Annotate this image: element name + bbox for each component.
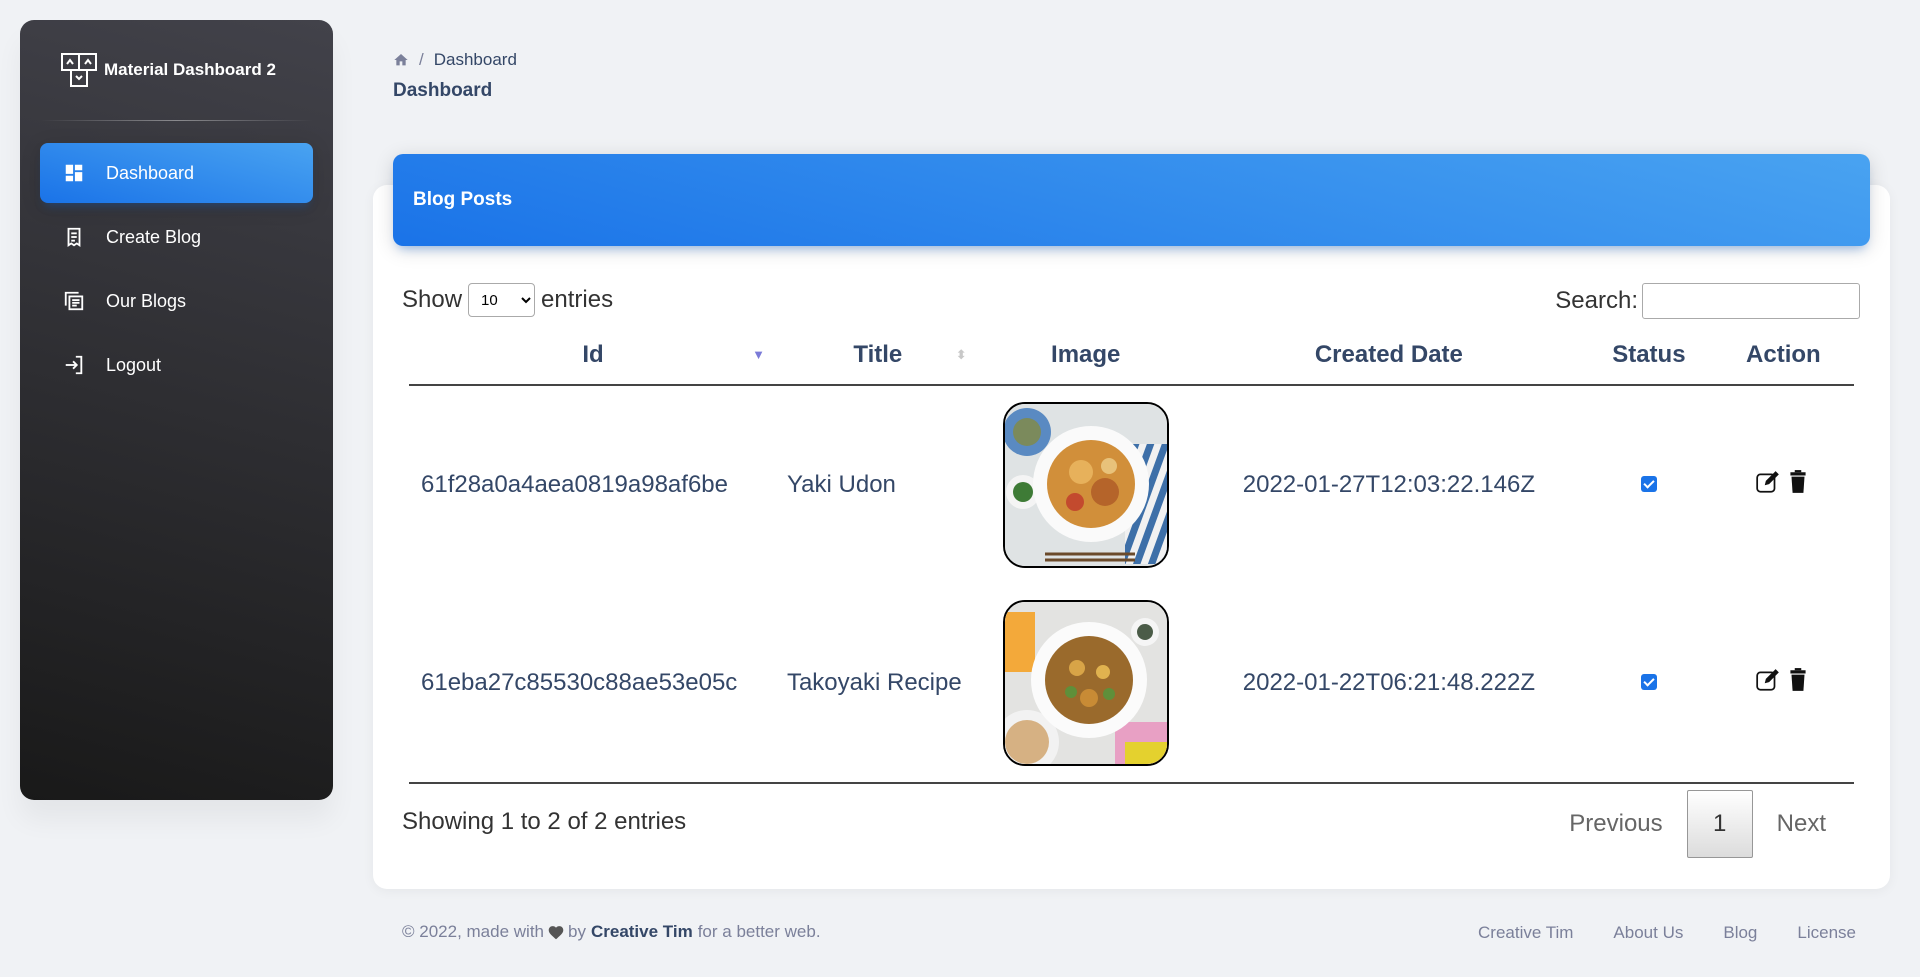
footer-links: Creative Tim About Us Blog License <box>1438 923 1856 943</box>
column-header-created-date: Created Date <box>1192 325 1585 386</box>
heart-icon <box>547 924 565 940</box>
blog-posts-table: Id ▼ Title ⬍ Image Created Date Status A… <box>409 325 1854 784</box>
cell-created-date: 2022-01-27T12:03:22.146Z <box>1242 471 1535 498</box>
sidebar-item-label: Dashboard <box>106 162 195 183</box>
footer-author-link[interactable]: Creative Tim <box>591 922 693 942</box>
table-search: Search: <box>1555 283 1860 319</box>
column-header-image: Image <box>978 325 1193 386</box>
search-label: Search: <box>1555 287 1638 314</box>
brand[interactable]: Material Dashboard 2 <box>20 20 333 120</box>
page-title: Dashboard <box>393 80 493 101</box>
footer-link-blog[interactable]: Blog <box>1723 923 1757 943</box>
cell-image <box>979 385 1193 584</box>
previous-button[interactable]: Previous <box>1545 790 1686 858</box>
sidebar-item-label: Our Blogs <box>106 290 187 311</box>
column-header-action: Action <box>1712 325 1854 386</box>
column-header-id[interactable]: Id ▼ <box>409 325 777 386</box>
login-icon <box>62 353 86 377</box>
sidebar-item-label: Logout <box>106 354 162 375</box>
cell-title: Yaki Udon <box>786 471 896 498</box>
cell-id: 61f28a0a4aea0819a98af6be <box>421 471 728 498</box>
sort-ascending-icon: ▼ <box>752 347 765 362</box>
sidebar-item-logout[interactable]: Logout <box>40 335 313 395</box>
trash-icon[interactable] <box>1785 469 1811 495</box>
breadcrumb-separator: / <box>419 50 424 69</box>
post-thumbnail-image <box>1002 402 1169 568</box>
column-header-status: Status <box>1585 325 1713 386</box>
card-title: Blog Posts <box>413 189 513 210</box>
entries-length-control: Show 10 entries <box>402 283 613 317</box>
pagination: Previous 1 Next <box>1545 790 1850 858</box>
cell-status <box>1585 584 1713 784</box>
sort-both-icon: ⬍ <box>955 347 967 362</box>
cell-action <box>1713 385 1854 584</box>
cell-status <box>1585 385 1713 584</box>
dashboard-icon <box>62 161 86 185</box>
brand-name: Material Dashboard 2 <box>104 60 276 79</box>
cell-id: 61eba27c85530c88ae53e05c <box>409 584 777 784</box>
footer-copyright: © 2022, made with by Creative Tim for a … <box>402 922 821 942</box>
breadcrumb: / Dashboard <box>393 50 517 70</box>
receipt-icon <box>62 225 86 249</box>
status-checkbox[interactable] <box>1640 674 1657 690</box>
edit-icon[interactable] <box>1755 469 1781 495</box>
cell-image <box>978 584 1193 784</box>
cell-created-date: 2022-01-22T06:21:48.222Z <box>1192 584 1585 784</box>
sidebar-item-create-blog[interactable]: Create Blog <box>40 207 313 267</box>
edit-icon[interactable] <box>1755 667 1781 693</box>
footer-link-about-us[interactable]: About Us <box>1613 923 1683 943</box>
page-button[interactable]: 1 <box>1686 790 1753 858</box>
table-header-row: Id ▼ Title ⬍ Image Created Date Status A… <box>409 325 1854 386</box>
search-input[interactable] <box>1642 283 1860 319</box>
entries-label: entries <box>541 286 614 313</box>
cell-action <box>1712 584 1854 784</box>
home-icon[interactable] <box>393 52 409 68</box>
trash-icon[interactable] <box>1785 667 1811 693</box>
sidebar-nav: Dashboard Create Blog Our Blogs Logout <box>20 143 333 395</box>
brand-logo-icon <box>60 51 98 89</box>
footer-link-license[interactable]: License <box>1797 923 1856 943</box>
show-label: Show <box>402 286 463 313</box>
status-checkbox[interactable] <box>1640 476 1657 492</box>
post-thumbnail-image <box>1002 600 1169 766</box>
library-icon <box>62 289 86 313</box>
next-button[interactable]: Next <box>1753 790 1850 858</box>
cell-title: Takoyaki Recipe <box>776 584 979 784</box>
table-row: 61eba27c85530c88ae53e05c Takoyaki Recipe <box>409 584 1854 784</box>
footer-link-creative-tim[interactable]: Creative Tim <box>1478 923 1573 943</box>
sidebar-item-dashboard[interactable]: Dashboard <box>40 143 313 203</box>
sidebar-item-our-blogs[interactable]: Our Blogs <box>40 271 313 331</box>
breadcrumb-current: Dashboard <box>433 50 517 69</box>
sidebar-item-label: Create Blog <box>106 226 202 247</box>
card-header: Blog Posts <box>393 154 1870 246</box>
page-size-select[interactable]: 10 <box>468 283 536 317</box>
table-row: 61f28a0a4aea0819a98af6be Yaki Udon 2022-… <box>409 385 1854 584</box>
sidebar: Material Dashboard 2 Dashboard Create Bl… <box>20 20 333 800</box>
column-header-title[interactable]: Title ⬍ <box>776 325 979 386</box>
table-info: Showing 1 to 2 of 2 entries <box>402 808 687 835</box>
sidebar-divider <box>40 120 313 121</box>
